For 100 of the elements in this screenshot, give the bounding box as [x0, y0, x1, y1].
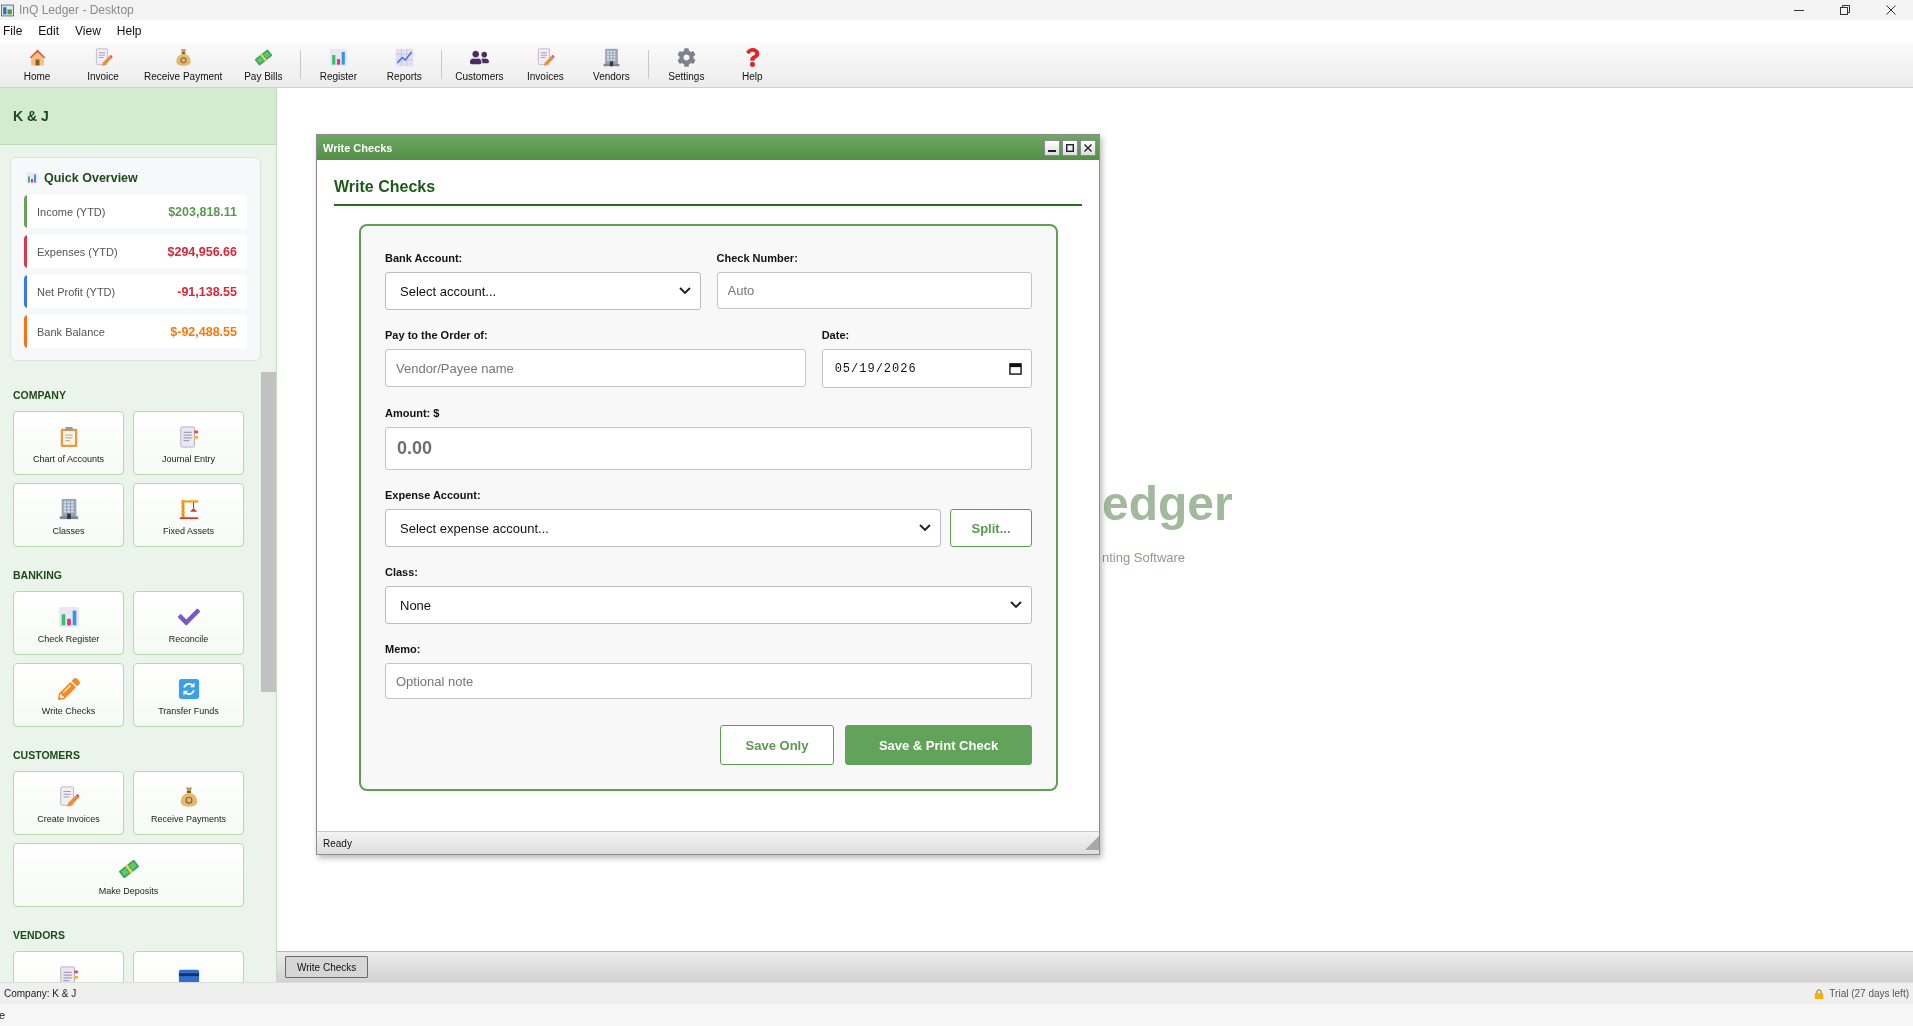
- logo-tagline: nting Software: [1102, 550, 1187, 565]
- status-text: Ready: [323, 837, 352, 849]
- section-heading: VENDORS: [13, 928, 66, 942]
- toolbar-button[interactable]: Home: [4, 42, 70, 87]
- menu-item[interactable]: Edit: [36, 24, 66, 38]
- chevron-down-icon: [678, 287, 691, 295]
- trial-status: Trial (27 days left): [1829, 988, 1909, 999]
- document-pencil-icon: [535, 48, 555, 67]
- menu-item[interactable]: View: [73, 24, 107, 38]
- house-icon: [27, 48, 47, 67]
- stat-value: $294,956.66: [167, 244, 237, 259]
- app-icon: [1, 3, 14, 17]
- shortcut-tile[interactable]: Journal Entry: [133, 411, 244, 475]
- field-label: Amount: $: [385, 406, 441, 420]
- class-select[interactable]: None: [385, 586, 1032, 624]
- stat-label: Expenses (YTD): [37, 245, 118, 258]
- overview-title: Quick Overview: [44, 171, 138, 185]
- shortcut-tile[interactable]: Classes: [13, 483, 124, 547]
- truncated-text: e: [0, 1009, 6, 1021]
- underscore-icon: [1048, 150, 1056, 152]
- building-icon: [601, 48, 621, 67]
- minimize-icon[interactable]: [1794, 9, 1804, 11]
- shortcut-tile[interactable]: Chart of Accounts: [13, 411, 124, 475]
- form-heading: Write Checks: [334, 178, 436, 195]
- document-icon: [177, 426, 200, 448]
- toolbar-button[interactable]: Invoices: [512, 42, 579, 87]
- shortcut-tile[interactable]: Fixed Assets: [133, 483, 244, 547]
- amount-field[interactable]: 0.00: [385, 427, 1032, 470]
- toolbar-button[interactable]: Vendors: [578, 42, 645, 87]
- money-bag-icon: [173, 48, 193, 67]
- toolbar-button[interactable]: Customers: [446, 42, 513, 87]
- shortcut-tile[interactable]: Make Deposits: [13, 843, 244, 907]
- shortcut-tile[interactable]: Transfer Funds: [133, 663, 244, 727]
- cross-icon: [1084, 143, 1092, 152]
- taskbar-button[interactable]: Write Checks: [285, 956, 369, 978]
- expense-account-select[interactable]: Select expense account...: [385, 509, 941, 547]
- field-label: Date:: [821, 328, 851, 342]
- stat-label: Bank Balance: [37, 325, 105, 338]
- restore-icon[interactable]: [1840, 5, 1850, 15]
- shortcut-tile[interactable]: Write Checks: [13, 663, 124, 727]
- toolbar-button[interactable]: Pay Bills: [230, 42, 297, 87]
- bar-chart-icon: [26, 172, 38, 184]
- check-number-field[interactable]: Auto: [716, 272, 1032, 309]
- sync-icon: [177, 678, 200, 700]
- crane-icon: [177, 498, 200, 520]
- field-label: Pay to the Order of:: [385, 328, 489, 342]
- section-heading: BANKING: [13, 568, 63, 582]
- section-heading: COMPANY: [13, 388, 67, 402]
- check-icon: [177, 606, 200, 628]
- chevron-down-icon: [1010, 601, 1022, 609]
- dialog-title: Write Checks: [323, 141, 393, 154]
- stat-label: Income (YTD): [37, 205, 106, 218]
- document-pencil-icon: [93, 48, 113, 67]
- company-name: K & J: [13, 108, 49, 124]
- field-label: Memo:: [385, 642, 422, 656]
- bank-account-select[interactable]: Select account...: [385, 272, 701, 310]
- shortcut-tile[interactable]: Check Register: [13, 591, 124, 655]
- window-title: InQ Ledger - Desktop: [19, 3, 134, 17]
- shortcut-tile[interactable]: Create Invoices: [13, 771, 124, 835]
- document-pencil-icon: [57, 786, 80, 808]
- toolbar-button[interactable]: Settings: [653, 42, 720, 87]
- bar-chart-icon: [328, 48, 348, 67]
- field-label: Expense Account:: [385, 488, 482, 502]
- close-icon[interactable]: [1886, 5, 1896, 15]
- pencil-icon: [57, 678, 80, 700]
- menu-item[interactable]: Help: [114, 24, 148, 38]
- field-label: Bank Account:: [385, 251, 464, 265]
- shortcut-tile[interactable]: Receive Payments: [133, 771, 244, 835]
- payee-field[interactable]: Vendor/Payee name: [385, 349, 806, 387]
- field-label: Class:: [385, 565, 420, 579]
- scrollbar-thumb[interactable]: [261, 372, 276, 692]
- toolbar-button[interactable]: Help: [719, 42, 786, 87]
- toolbar-button[interactable]: Receive Payment: [136, 42, 231, 87]
- bar-chart-icon: [57, 606, 80, 628]
- stat-value: $-92,488.55: [170, 324, 237, 339]
- section-heading: CUSTOMERS: [13, 748, 81, 762]
- stat-value: $203,818.11: [168, 204, 237, 219]
- field-label: Check Number:: [716, 251, 799, 265]
- date-field[interactable]: 05/19/2026: [821, 349, 1032, 388]
- stat-value: -91,138.55: [177, 284, 237, 299]
- gear-icon: [676, 48, 696, 67]
- shortcut-tile[interactable]: Reconcile: [133, 591, 244, 655]
- line-chart-icon: [394, 48, 414, 67]
- toolbar-button[interactable]: Register: [305, 42, 372, 87]
- menu-item[interactable]: File: [1, 24, 29, 38]
- close-button[interactable]: [1080, 139, 1096, 156]
- chevron-down-icon: [919, 524, 931, 532]
- lock-icon: [1814, 988, 1825, 999]
- minimize-button[interactable]: [1044, 139, 1060, 156]
- logo-text: edger: [1102, 480, 1233, 528]
- building-icon: [57, 498, 80, 520]
- toolbar-button[interactable]: Invoice: [70, 42, 136, 87]
- resize-grip-icon[interactable]: [1085, 836, 1099, 850]
- memo-field[interactable]: Optional note: [385, 663, 1032, 699]
- calendar-icon: [1009, 362, 1022, 375]
- maximize-button[interactable]: [1062, 139, 1078, 156]
- company-status: Company: K & J: [4, 988, 77, 999]
- square-icon: [1066, 143, 1074, 152]
- stat-label: Net Profit (YTD): [37, 285, 116, 298]
- toolbar-button[interactable]: Reports: [371, 42, 438, 87]
